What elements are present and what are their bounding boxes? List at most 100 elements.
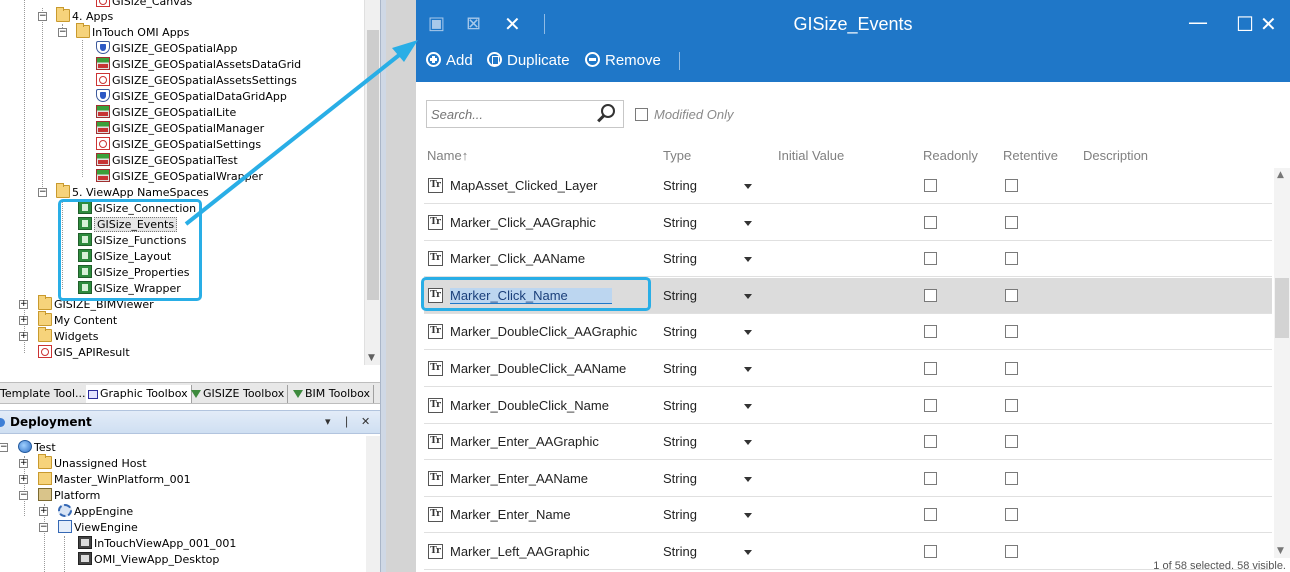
minimize-icon[interactable]: — bbox=[1188, 12, 1208, 32]
table-row[interactable]: Tr MapAsset_Clicked_Layer String bbox=[424, 168, 1272, 204]
deploy-item-platform[interactable]: Platform bbox=[38, 488, 100, 504]
scroll-down-icon[interactable]: ▼ bbox=[1277, 546, 1284, 556]
column-header-description[interactable]: Description bbox=[1083, 148, 1148, 163]
retentive-checkbox[interactable] bbox=[1005, 216, 1018, 229]
attribute-type[interactable]: String bbox=[663, 288, 697, 303]
deploy-item-unassigned-host[interactable]: Unassigned Host bbox=[38, 454, 147, 472]
retentive-checkbox[interactable] bbox=[1005, 435, 1018, 448]
table-row[interactable]: Tr Marker_DoubleClick_Name String bbox=[424, 388, 1272, 424]
expand-toggle[interactable]: + bbox=[19, 300, 28, 309]
attribute-type[interactable]: String bbox=[663, 361, 697, 376]
chevron-down-icon[interactable] bbox=[744, 404, 752, 409]
readonly-checkbox[interactable] bbox=[924, 545, 937, 558]
column-header-initial-value[interactable]: Initial Value bbox=[778, 148, 844, 163]
chevron-down-icon[interactable] bbox=[744, 477, 752, 482]
table-row[interactable]: Tr Marker_Enter_AAGraphic String bbox=[424, 424, 1272, 460]
close-icon[interactable]: ✕ bbox=[361, 415, 370, 428]
search-input[interactable] bbox=[426, 100, 624, 128]
readonly-checkbox[interactable] bbox=[924, 252, 937, 265]
attribute-type[interactable]: String bbox=[663, 178, 697, 193]
retentive-checkbox[interactable] bbox=[1005, 472, 1018, 485]
readonly-checkbox[interactable] bbox=[924, 472, 937, 485]
attribute-name[interactable]: Marker_Enter_AAGraphic bbox=[450, 434, 599, 449]
collapse-toggle[interactable]: − bbox=[0, 443, 8, 452]
collapse-toggle[interactable]: − bbox=[38, 188, 47, 197]
readonly-checkbox[interactable] bbox=[924, 289, 937, 302]
tab-gisize-toolbox[interactable]: GISIZE Toolbox bbox=[189, 385, 289, 403]
table-row[interactable]: Tr Marker_Click_AAGraphic String bbox=[424, 205, 1272, 241]
table-row[interactable]: Tr Marker_Enter_Name String bbox=[424, 497, 1272, 533]
tree-item-gis-apiresult[interactable]: GIS_APIResult bbox=[38, 345, 130, 361]
tree-item[interactable]: GISIZE_GEOSpatialDataGridApp bbox=[96, 89, 287, 105]
chevron-down-icon[interactable] bbox=[744, 367, 752, 372]
tree-scrollbar[interactable]: ▼ bbox=[364, 0, 380, 365]
attribute-name[interactable]: Marker_Click_AAGraphic bbox=[450, 215, 596, 230]
readonly-checkbox[interactable] bbox=[924, 325, 937, 338]
expand-toggle[interactable]: + bbox=[19, 475, 28, 484]
table-row[interactable]: Tr Marker_Left_AAGraphic String bbox=[424, 534, 1272, 570]
readonly-checkbox[interactable] bbox=[924, 179, 937, 192]
deploy-item-viewapp[interactable]: InTouchViewApp_001_001 bbox=[78, 536, 236, 552]
tab-template-toolbox[interactable]: Template Tool... bbox=[0, 385, 90, 403]
add-button[interactable]: Add bbox=[426, 52, 473, 69]
chevron-down-icon[interactable] bbox=[744, 184, 752, 189]
tree-item[interactable]: GISIZE_GEOSpatialApp bbox=[96, 41, 237, 57]
tree-item[interactable]: GISIZE_GEOSpatialManager bbox=[96, 121, 264, 137]
readonly-checkbox[interactable] bbox=[924, 399, 937, 412]
duplicate-button[interactable]: Duplicate bbox=[487, 52, 570, 69]
tree-item-intouch-omi-apps[interactable]: InTouch OMI Apps bbox=[76, 23, 189, 41]
pin-icon[interactable]: ❘ bbox=[342, 415, 351, 428]
retentive-checkbox[interactable] bbox=[1005, 289, 1018, 302]
modified-only-checkbox[interactable]: Modified Only bbox=[635, 107, 733, 122]
deploy-item-viewapp[interactable]: OMI_ViewApp_Desktop bbox=[78, 552, 219, 568]
tree-item[interactable]: GISIZE_GEOSpatialAssetsSettings bbox=[96, 73, 297, 89]
scroll-up-icon[interactable]: ▲ bbox=[1277, 170, 1284, 180]
tree-item[interactable]: GISIZE_GEOSpatialWrapper bbox=[96, 169, 263, 185]
expand-toggle[interactable]: + bbox=[19, 332, 28, 341]
readonly-checkbox[interactable] bbox=[924, 362, 937, 375]
attribute-type[interactable]: String bbox=[663, 544, 697, 559]
scroll-down-icon[interactable]: ▼ bbox=[368, 353, 375, 363]
maximize-icon[interactable]: ☐ bbox=[1236, 14, 1254, 34]
chevron-down-icon[interactable] bbox=[744, 550, 752, 555]
retentive-checkbox[interactable] bbox=[1005, 179, 1018, 192]
collapse-toggle[interactable]: − bbox=[19, 491, 28, 500]
retentive-checkbox[interactable] bbox=[1005, 399, 1018, 412]
attribute-name[interactable]: Marker_DoubleClick_Name bbox=[450, 398, 609, 413]
expand-toggle[interactable]: + bbox=[39, 507, 48, 516]
collapse-toggle[interactable]: − bbox=[39, 523, 48, 532]
scrollbar-thumb[interactable] bbox=[1275, 278, 1289, 338]
retentive-checkbox[interactable] bbox=[1005, 325, 1018, 338]
expand-toggle[interactable]: + bbox=[19, 316, 28, 325]
retentive-checkbox[interactable] bbox=[1005, 508, 1018, 521]
column-header-retentive[interactable]: Retentive bbox=[1003, 148, 1058, 163]
search-icon[interactable] bbox=[601, 104, 615, 118]
chevron-down-icon[interactable] bbox=[744, 221, 752, 226]
attribute-type[interactable]: String bbox=[663, 215, 697, 230]
tree-item[interactable]: GISIZE_GEOSpatialTest bbox=[96, 153, 238, 169]
attribute-type[interactable]: String bbox=[663, 471, 697, 486]
attribute-name[interactable]: Marker_Enter_AAName bbox=[450, 471, 588, 486]
readonly-checkbox[interactable] bbox=[924, 435, 937, 448]
attribute-name[interactable]: Marker_Left_AAGraphic bbox=[450, 544, 589, 559]
table-row[interactable]: Tr Marker_DoubleClick_AAName String bbox=[424, 351, 1272, 387]
collapse-toggle[interactable]: − bbox=[38, 12, 47, 21]
deploy-item-viewengine[interactable]: ViewEngine bbox=[58, 520, 138, 536]
attribute-type[interactable]: String bbox=[663, 398, 697, 413]
deploy-item-winplatform[interactable]: Master_WinPlatform_001 bbox=[38, 472, 191, 488]
retentive-checkbox[interactable] bbox=[1005, 362, 1018, 375]
chevron-down-icon[interactable] bbox=[744, 294, 752, 299]
column-header-type[interactable]: Type bbox=[663, 148, 691, 163]
tree-item[interactable]: GISIZE_GEOSpatialAssetsDataGrid bbox=[96, 57, 301, 73]
attribute-name[interactable]: Marker_DoubleClick_AAName bbox=[450, 361, 626, 376]
attribute-name[interactable]: Marker_Enter_Name bbox=[450, 507, 571, 522]
attribute-type[interactable]: String bbox=[663, 251, 697, 266]
tree-item-apps[interactable]: 4. Apps bbox=[56, 7, 113, 25]
tree-item-widgets[interactable]: Widgets bbox=[38, 327, 98, 345]
column-header-readonly[interactable]: Readonly bbox=[923, 148, 978, 163]
attribute-type[interactable]: String bbox=[663, 507, 697, 522]
chevron-down-icon[interactable] bbox=[744, 513, 752, 518]
table-row[interactable]: Tr Marker_Enter_AAName String bbox=[424, 461, 1272, 497]
chevron-down-icon[interactable] bbox=[744, 440, 752, 445]
deploy-item-appengine[interactable]: AppEngine bbox=[58, 504, 133, 520]
